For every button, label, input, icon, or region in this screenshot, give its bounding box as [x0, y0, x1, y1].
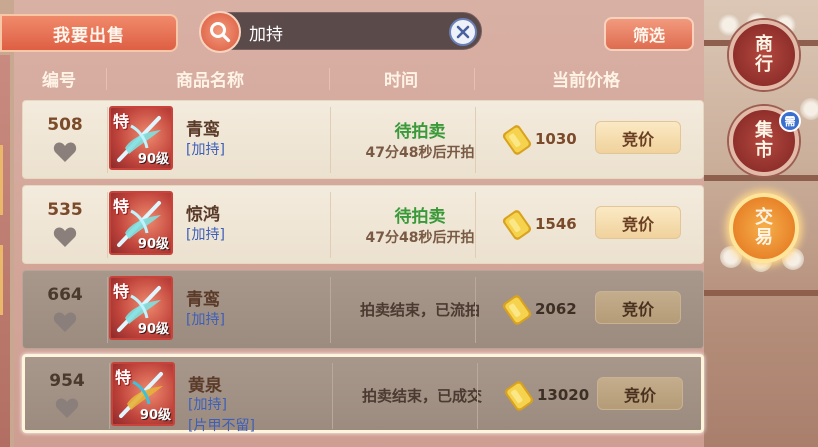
bid-button[interactable]: 竞价: [595, 291, 681, 324]
item-level: 90级: [137, 152, 169, 167]
item-name: 惊鸿: [186, 205, 220, 225]
left-tab-strip: [0, 55, 10, 447]
filter-button[interactable]: 筛选: [604, 17, 694, 51]
close-icon: [456, 25, 470, 39]
gold-ingot-icon: [501, 293, 533, 331]
item-icon[interactable]: 特 90级: [109, 106, 173, 170]
item-tag: [加持]: [186, 312, 225, 328]
item-tag: [片甲不留]: [188, 418, 255, 434]
item-level: 90级: [137, 322, 169, 337]
trade-nav-button[interactable]: 交易: [729, 193, 799, 263]
listing-number: 508: [47, 115, 83, 135]
current-price: 13020: [537, 386, 590, 404]
gold-ingot-icon: [501, 123, 533, 161]
favorite-heart-icon[interactable]: [53, 311, 77, 337]
col-name-header: 商品名称: [176, 71, 244, 91]
auction-status: 待拍卖: [394, 207, 446, 227]
item-icon[interactable]: 特 90级: [109, 276, 173, 340]
item-tag: [加持]: [186, 227, 225, 243]
gold-ingot-icon: [501, 208, 533, 246]
market-label: 集市: [755, 120, 773, 161]
current-price: 1546: [535, 215, 577, 233]
auction-countdown: 47分48秒后开拍: [365, 145, 475, 161]
listing-number: 954: [49, 371, 85, 391]
shop-nav-button[interactable]: 商行: [729, 20, 799, 90]
col-number-header: 编号: [42, 71, 76, 91]
listing-number: 535: [47, 200, 83, 220]
special-badge: 特: [113, 197, 130, 216]
item-level: 90级: [139, 408, 171, 423]
shop-label: 商行: [755, 34, 773, 75]
search-button[interactable]: [199, 11, 241, 53]
search-input[interactable]: [247, 18, 441, 46]
item-level: 90级: [137, 237, 169, 252]
item-name: 青鸾: [186, 290, 220, 310]
auction-status: 拍卖结束，已流拍: [359, 301, 480, 319]
gold-ingot-icon: [503, 379, 535, 417]
sell-button[interactable]: 我要出售: [0, 14, 178, 52]
current-price: 1030: [535, 130, 577, 148]
auction-status: 拍卖结束，已成交: [361, 387, 482, 405]
market-need-badge: 需: [779, 110, 801, 132]
item-tag: [加持]: [188, 397, 227, 413]
search-icon: [210, 22, 231, 43]
auction-status: 待拍卖: [394, 122, 446, 142]
favorite-heart-icon[interactable]: [53, 226, 77, 252]
current-price: 2062: [535, 300, 577, 318]
auction-countdown: 47分48秒后开拍: [365, 230, 475, 246]
search-bar[interactable]: [199, 11, 482, 53]
special-badge: 特: [115, 368, 132, 387]
favorite-heart-icon[interactable]: [53, 141, 77, 167]
bid-button[interactable]: 竞价: [597, 377, 683, 410]
special-badge: 特: [113, 282, 130, 301]
special-badge: 特: [113, 112, 130, 131]
item-name: 黄泉: [188, 376, 222, 396]
favorite-heart-icon[interactable]: [55, 397, 79, 423]
item-icon[interactable]: 特 90级: [111, 362, 175, 426]
table-row[interactable]: 954 特 90级 黄泉 [加持] [片甲不留] 拍卖结束，已成交 13020 竞价: [22, 354, 704, 434]
trade-label: 交易: [755, 207, 773, 248]
table-row[interactable]: 664 特 90级 青鸾 [加持] 拍卖结束，已流拍 2062 竞价: [22, 270, 704, 349]
listing-number: 664: [47, 285, 83, 305]
bid-button[interactable]: 竞价: [595, 206, 681, 239]
table-header: 编号 商品名称 时间 当前价格: [22, 62, 704, 94]
item-tag: [加持]: [186, 142, 225, 158]
table-row[interactable]: 535 特 90级 惊鸿 [加持] 待拍卖 47分48秒后开拍 1546 竞价: [22, 185, 704, 264]
item-name: 青鸾: [186, 120, 220, 140]
col-price-header: 当前价格: [552, 71, 620, 91]
table-row[interactable]: 508 特 90级 青鸾 [加持] 待拍卖 47分48秒后开拍 1030 竞价: [22, 100, 704, 179]
item-icon[interactable]: 特 90级: [109, 191, 173, 255]
clear-search-button[interactable]: [449, 18, 477, 46]
bid-button[interactable]: 竞价: [595, 121, 681, 154]
col-time-header: 时间: [384, 71, 418, 91]
